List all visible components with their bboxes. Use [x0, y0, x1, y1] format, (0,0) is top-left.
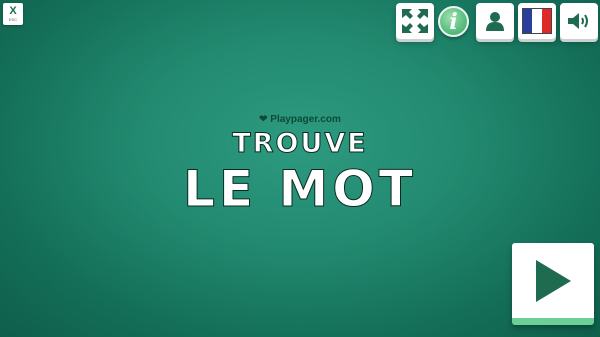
language-button[interactable]: [518, 3, 556, 39]
close-icon: X: [9, 4, 17, 17]
speaker-icon: [568, 13, 588, 29]
user-icon: [486, 12, 504, 31]
profile-button[interactable]: [476, 3, 514, 39]
credit-line: ❤ Playpager.com: [0, 114, 600, 125]
title-line-2: LE MOT: [183, 160, 417, 219]
close-button[interactable]: X ESC: [3, 3, 23, 25]
credit-text: Playpager.com: [270, 114, 341, 125]
fullscreen-button[interactable]: [396, 3, 434, 39]
title-line-1: TROUVE: [232, 128, 368, 160]
sound-button[interactable]: [560, 3, 598, 39]
esc-hint: ESC: [8, 16, 18, 22]
info-icon: i: [449, 8, 458, 35]
info-button[interactable]: i: [438, 6, 469, 37]
play-button[interactable]: [512, 243, 594, 325]
fullscreen-icon: [402, 9, 428, 33]
play-icon: [536, 259, 571, 302]
heart-icon: ❤: [259, 114, 268, 125]
french-flag-icon: [522, 8, 552, 34]
